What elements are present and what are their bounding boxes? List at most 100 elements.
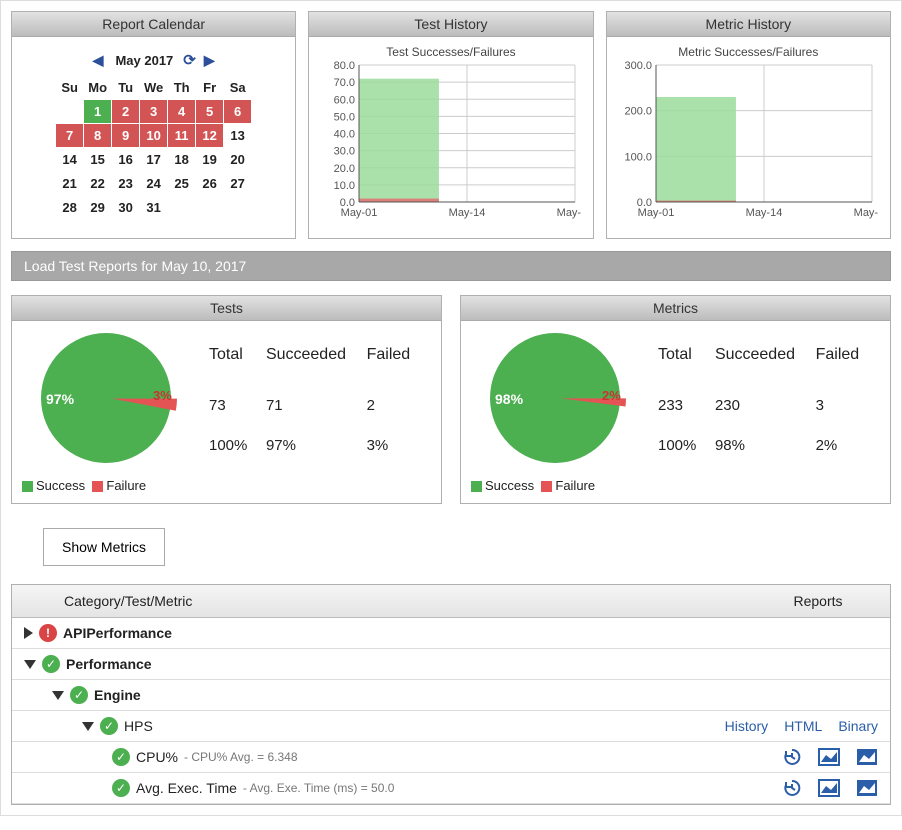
calendar-weekday: Th [168,76,196,100]
calendar-day[interactable]: 2 [112,100,140,124]
svg-text:2%: 2% [602,388,621,403]
check-icon: ✓ [112,779,130,797]
svg-text:97%: 97% [46,391,75,407]
calendar-day[interactable]: 5 [196,100,224,124]
svg-text:60.0: 60.0 [334,94,355,106]
calendar-day[interactable]: 1 [84,100,112,124]
svg-text:20.0: 20.0 [334,163,355,175]
calendar-day[interactable]: 18 [168,148,196,172]
calendar-next-icon[interactable]: ▶ [202,52,217,69]
svg-text:May-01: May-01 [341,207,378,219]
check-icon: ✓ [100,717,118,735]
calendar-day[interactable]: 19 [196,148,224,172]
chevron-right-icon[interactable] [24,627,33,639]
calendar-day[interactable]: 23 [112,172,140,196]
calendar-day[interactable]: 15 [84,148,112,172]
calendar-day [224,196,252,220]
calendar-day[interactable]: 31 [140,196,168,220]
chevron-down-icon[interactable] [24,660,36,669]
metrics-legend: Success Failure [461,472,890,503]
calendar-day [56,100,84,124]
calendar-day [196,196,224,220]
svg-text:May-14: May-14 [449,207,486,219]
calendar-day[interactable]: 28 [56,196,84,220]
svg-text:80.0: 80.0 [334,60,355,72]
svg-text:98%: 98% [495,391,524,407]
tests-stats-table: Total Succeeded Failed 73 71 2 100% 97% … [207,331,429,466]
tests-panel-title: Tests [12,296,441,321]
calendar-day[interactable]: 3 [140,100,168,124]
calendar-day[interactable]: 13 [224,124,252,148]
tree-row-apiperformance[interactable]: ! APIPerformance [12,618,890,649]
calendar-weekday: Sa [224,76,252,100]
history-link[interactable]: History [725,718,769,734]
calendar-day[interactable]: 9 [112,124,140,148]
svg-text:May-27: May-27 [854,207,878,219]
chevron-down-icon[interactable] [52,691,64,700]
calendar-day[interactable]: 27 [224,172,252,196]
metrics-stats-table: Total Succeeded Failed 233 230 3 100% 98… [656,331,878,466]
history-icon[interactable] [782,748,802,766]
calendar-day[interactable]: 17 [140,148,168,172]
tree-row-performance[interactable]: ✓ Performance [12,649,890,680]
calendar-day[interactable]: 24 [140,172,168,196]
check-icon: ✓ [42,655,60,673]
tests-panel: Tests 97% 3% Total Succeeded Failed 73 71… [11,295,442,504]
report-date-bar: Load Test Reports for May 10, 2017 [11,251,891,281]
svg-text:10.0: 10.0 [334,180,355,192]
svg-text:100.0: 100.0 [625,151,653,163]
calendar-day[interactable]: 12 [196,124,224,148]
calendar-day[interactable]: 8 [84,124,112,148]
calendar-day[interactable]: 22 [84,172,112,196]
history-icon[interactable] [782,779,802,797]
chevron-down-icon[interactable] [82,722,94,731]
calendar-day[interactable]: 7 [56,124,84,148]
metrics-total-label: Total [658,333,713,385]
svg-text:40.0: 40.0 [334,129,355,141]
svg-text:30.0: 30.0 [334,146,355,158]
tree-table: Category/Test/Metric Reports ! APIPerfor… [11,584,891,805]
tree-row-engine[interactable]: ✓ Engine [12,680,890,711]
calendar-day[interactable]: 25 [168,172,196,196]
test-history-panel: Test History Test Successes/Failures 0.0… [308,11,593,239]
metric-history-chart-title: Metric Successes/Failures [615,45,882,59]
test-history-chart: 0.010.020.030.040.050.060.070.080.0May-0… [321,59,581,224]
calendar-day[interactable]: 29 [84,196,112,220]
calendar-day[interactable]: 4 [168,100,196,124]
svg-text:70.0: 70.0 [334,77,355,89]
tests-pie-chart: 97% 3% [24,331,189,466]
html-link[interactable]: HTML [784,718,822,734]
tests-legend: Success Failure [12,472,441,503]
calendar-day[interactable]: 16 [112,148,140,172]
metrics-panel: Metrics 98%2% Total Succeeded Failed 233… [460,295,891,504]
svg-text:May-27: May-27 [557,207,581,219]
tests-succeeded-label: Succeeded [266,333,365,385]
calendar-day[interactable]: 6 [224,100,252,124]
tree-row-hps[interactable]: ✓ HPS History HTML Binary [12,711,890,742]
calendar-day[interactable]: 20 [224,148,252,172]
calendar-day[interactable]: 30 [112,196,140,220]
chart-icon[interactable] [818,748,840,766]
calendar-day[interactable]: 11 [168,124,196,148]
calendar-day[interactable]: 10 [140,124,168,148]
metrics-failed-label: Failed [816,333,876,385]
calendar-weekday: Su [56,76,84,100]
report-calendar-title: Report Calendar [12,12,295,37]
calendar-table: SuMoTuWeThFrSa 1234567891011121314151617… [55,75,252,220]
chart-icon[interactable] [818,779,840,797]
image-icon[interactable] [856,748,878,766]
calendar-month-label: May 2017 [115,53,173,68]
binary-link[interactable]: Binary [838,718,878,734]
svg-text:3%: 3% [153,388,172,403]
refresh-icon[interactable]: ⟳ [183,51,196,69]
image-icon[interactable] [856,779,878,797]
calendar-day[interactable]: 21 [56,172,84,196]
calendar-day[interactable]: 14 [56,148,84,172]
metric-history-title: Metric History [607,12,890,37]
calendar-day[interactable]: 26 [196,172,224,196]
calendar-prev-icon[interactable]: ◀ [91,52,106,69]
error-icon: ! [39,624,57,642]
metrics-succeeded-label: Succeeded [715,333,814,385]
metrics-pie-chart: 98% 2% [473,331,638,466]
show-metrics-button[interactable]: Show Metrics [43,528,165,566]
